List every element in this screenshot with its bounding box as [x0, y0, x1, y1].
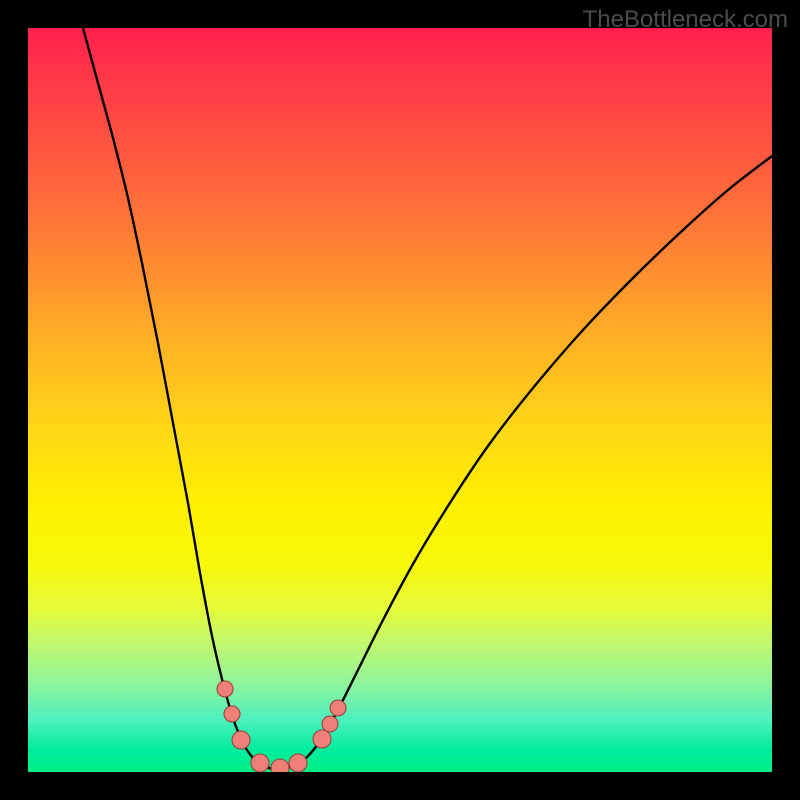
data-marker [313, 730, 331, 748]
bottleneck-curve [83, 28, 772, 769]
chart-frame: TheBottleneck.com [0, 0, 800, 800]
data-marker [224, 706, 240, 722]
data-marker [322, 716, 338, 732]
data-marker [271, 759, 289, 772]
data-marker [232, 731, 250, 749]
data-marker [330, 700, 346, 716]
curve-layer [28, 28, 772, 772]
data-marker [289, 754, 307, 772]
data-marker [251, 754, 269, 772]
plot-area [28, 28, 772, 772]
data-marker [217, 681, 233, 697]
